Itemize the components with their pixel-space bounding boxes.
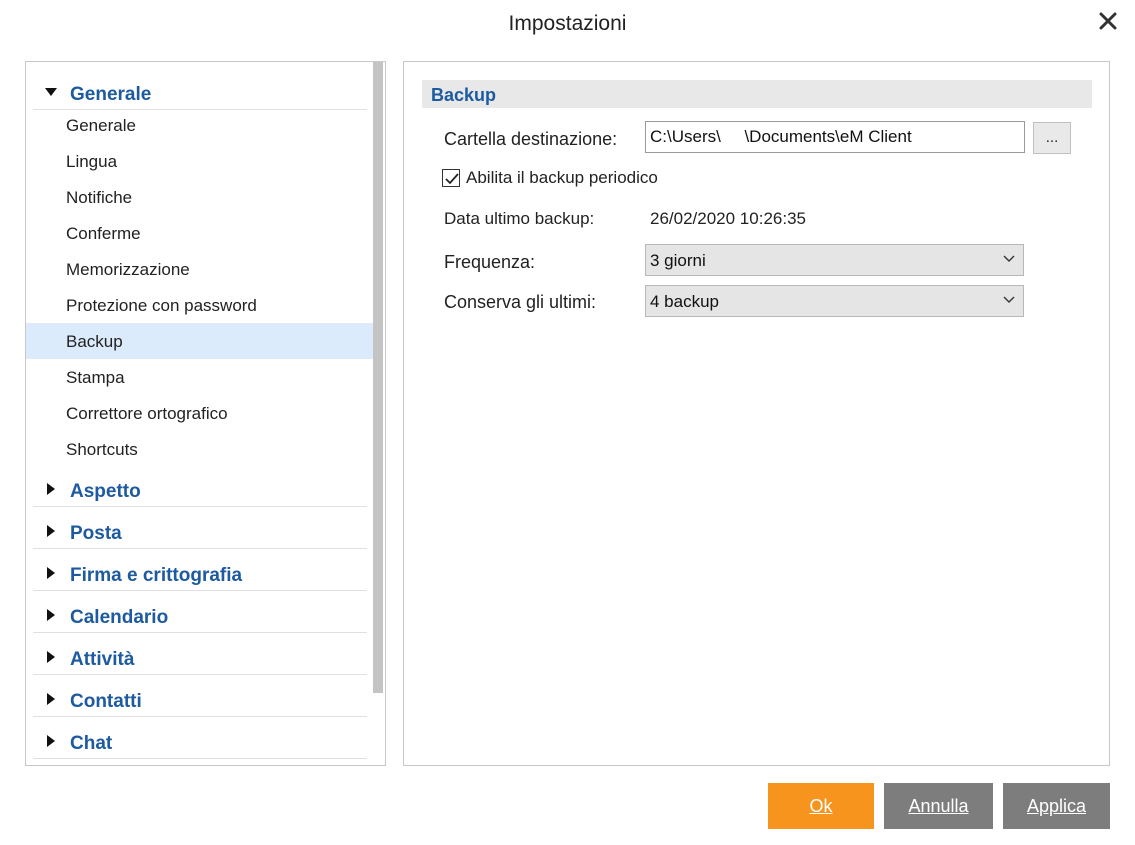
- keep-value: 4 backup: [650, 292, 719, 311]
- collapsed-arrow-icon: [47, 651, 55, 663]
- nav-item-label: Correttore ortografico: [66, 404, 228, 423]
- collapsed-arrow-icon: [47, 735, 55, 747]
- expanded-arrow-icon: [45, 88, 57, 96]
- nav-item-correttore[interactable]: Correttore ortografico: [26, 395, 373, 431]
- apply-button[interactable]: Applica: [1003, 783, 1110, 829]
- section-header: Backup: [422, 80, 1092, 108]
- nav-group-label: Generale: [70, 84, 152, 105]
- nav-group-attivita[interactable]: Attività: [33, 633, 367, 675]
- nav-group-label: Firma e crittografia: [70, 565, 243, 586]
- periodic-backup-checkbox[interactable]: [442, 169, 460, 187]
- nav-group-aspetto[interactable]: Aspetto: [33, 465, 367, 507]
- nav-group-posta[interactable]: Posta: [33, 507, 367, 549]
- nav-group-calendario[interactable]: Calendario: [33, 591, 367, 633]
- nav-item-backup[interactable]: Backup: [26, 323, 373, 359]
- nav-item-label: Generale: [66, 116, 136, 135]
- nav-group-contatti[interactable]: Contatti: [33, 675, 367, 717]
- cancel-button[interactable]: Annulla: [884, 783, 993, 829]
- nav-item-stampa[interactable]: Stampa: [26, 359, 373, 395]
- settings-navigation: Generale Generale Lingua Notifiche Confe…: [25, 61, 386, 766]
- nav-item-label: Shortcuts: [66, 440, 138, 459]
- frequency-value: 3 giorni: [650, 251, 706, 270]
- nav-group-firma-crittografia[interactable]: Firma e crittografia: [33, 549, 367, 591]
- nav-item-label: Lingua: [66, 152, 118, 171]
- destination-folder-input[interactable]: [645, 121, 1025, 153]
- nav-item-shortcuts[interactable]: Shortcuts: [26, 431, 373, 467]
- nav-item-label: Conferme: [66, 224, 141, 243]
- ok-button-label: Ok: [809, 796, 833, 816]
- keep-label: Conserva gli ultimi:: [444, 292, 597, 312]
- collapsed-arrow-icon: [47, 567, 55, 579]
- periodic-backup-label[interactable]: Abilita il backup periodico: [466, 168, 658, 188]
- nav-group-chat[interactable]: Chat: [33, 717, 367, 759]
- frequency-label: Frequenza:: [444, 252, 536, 272]
- window-title: Impostazioni: [508, 12, 627, 35]
- nav-item-lingua[interactable]: Lingua: [26, 143, 373, 179]
- collapsed-arrow-icon: [47, 483, 55, 495]
- section-title: Backup: [431, 85, 497, 105]
- nav-item-notifiche[interactable]: Notifiche: [26, 179, 373, 215]
- nav-item-generale[interactable]: Generale: [26, 107, 373, 143]
- last-backup-label: Data ultimo backup:: [444, 209, 595, 228]
- nav-group-generale[interactable]: Generale: [33, 68, 367, 110]
- nav-group-label: Chat: [70, 733, 113, 754]
- nav-item-conferme[interactable]: Conferme: [26, 215, 373, 251]
- navigation-scrollbar[interactable]: [373, 62, 383, 693]
- nav-group-label: Aspetto: [70, 481, 141, 502]
- chevron-down-icon: [1003, 296, 1015, 303]
- collapsed-arrow-icon: [47, 525, 55, 537]
- collapsed-arrow-icon: [47, 609, 55, 621]
- nav-item-memorizzazione[interactable]: Memorizzazione: [26, 251, 373, 287]
- chevron-down-icon: [1003, 255, 1015, 262]
- nav-group-label: Contatti: [70, 691, 142, 712]
- close-icon[interactable]: [1097, 10, 1119, 32]
- nav-item-label: Memorizzazione: [66, 260, 190, 279]
- nav-item-label: Stampa: [66, 368, 125, 387]
- folder-label: Cartella destinazione:: [444, 129, 618, 149]
- nav-item-label: Backup: [66, 332, 123, 351]
- frequency-select[interactable]: 3 giorni: [645, 244, 1024, 276]
- nav-group-label: Attività: [70, 649, 135, 670]
- collapsed-arrow-icon: [47, 693, 55, 705]
- nav-item-protezione-password[interactable]: Protezione con password: [26, 287, 373, 323]
- ok-button[interactable]: Ok: [768, 783, 874, 829]
- apply-button-label: Applica: [1026, 796, 1087, 816]
- backup-settings-panel: Backup Cartella destinazione: ... Abilit…: [403, 61, 1110, 766]
- keep-count-select[interactable]: 4 backup: [645, 285, 1024, 317]
- browse-folder-button[interactable]: ...: [1033, 122, 1071, 154]
- nav-group-label: Calendario: [70, 607, 169, 628]
- nav-item-label: Protezione con password: [66, 296, 257, 315]
- checkmark-icon: [445, 173, 459, 185]
- nav-item-label: Notifiche: [66, 188, 133, 207]
- cancel-button-label: Annulla: [908, 796, 969, 816]
- nav-group-label: Posta: [70, 523, 122, 544]
- last-backup-value: 26/02/2020 10:26:35: [650, 209, 806, 228]
